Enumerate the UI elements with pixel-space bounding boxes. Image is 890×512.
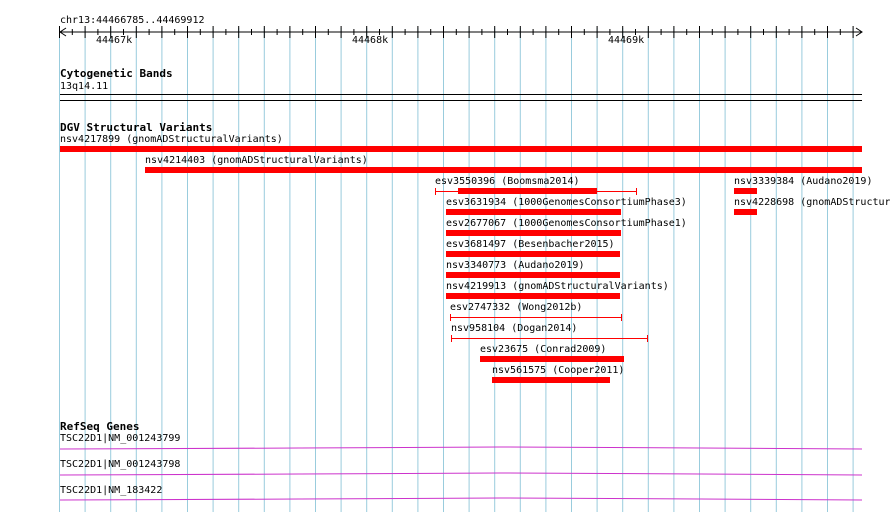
variant-bar[interactable] (480, 356, 624, 362)
refseq-gene-glyphs[interactable] (59, 446, 863, 501)
ruler-range-label: chr13:44466785..44469912 (60, 15, 205, 26)
variant-bar[interactable] (492, 377, 610, 383)
dgv-feature-label[interactable]: esv3631934 (1000GenomesConsortiumPhase3) (446, 197, 687, 209)
dgv-feature-label[interactable]: nsv4217899 (gnomADStructuralVariants) (60, 134, 283, 146)
cytoband-label[interactable]: 13q14.11 (60, 81, 108, 93)
refseq-gene-label[interactable]: TSC22D1|NM_001243799 (60, 433, 180, 445)
gene-line[interactable] (59, 472, 863, 476)
refseq-gene-label[interactable]: TSC22D1|NM_001243798 (60, 459, 180, 471)
variant-bar[interactable] (60, 146, 862, 152)
variant-bar[interactable] (446, 251, 620, 257)
variant-bar[interactable] (734, 209, 757, 215)
ruler-tick-label-44467k: 44467k (96, 35, 133, 46)
cytoband-lines (60, 94, 862, 101)
cytoband-track-title[interactable]: Cytogenetic Bands (60, 67, 173, 80)
variant-bar[interactable] (145, 167, 862, 173)
variant-bar[interactable] (446, 272, 620, 278)
variant-bar[interactable] (446, 293, 620, 299)
dgv-feature-label[interactable]: esv23675 (Conrad2009) (480, 344, 606, 356)
dgv-feature-label[interactable]: esv2677067 (1000GenomesConsortiumPhase1) (446, 218, 687, 230)
dgv-feature-label[interactable]: nsv3339384 (Audano2019) (734, 176, 872, 188)
gene-line[interactable] (59, 497, 863, 501)
refseq-gene-label[interactable]: TSC22D1|NM_183422 (60, 485, 162, 497)
refseq-track-title[interactable]: RefSeq Genes (60, 420, 139, 433)
ruler-tick-label-44469k: 44469k (608, 35, 645, 46)
dgv-feature-label[interactable]: nsv3340773 (Audano2019) (446, 260, 584, 272)
dgv-feature-label[interactable]: esv3681497 (Besenbacher2015) (446, 239, 615, 251)
variant-bar[interactable] (446, 209, 621, 215)
dgv-feature-label[interactable]: esv3550396 (Boomsma2014) (435, 176, 580, 188)
gene-line[interactable] (59, 446, 863, 450)
variant-bar[interactable] (458, 188, 597, 194)
dgv-feature-label[interactable]: nsv958104 (Dogan2014) (451, 323, 577, 335)
ruler-axis[interactable] (59, 26, 863, 38)
dgv-track-title[interactable]: DGV Structural Variants (60, 121, 212, 134)
variant-bar[interactable] (734, 188, 757, 194)
dgv-feature-label[interactable]: nsv561575 (Cooper2011) (492, 365, 624, 377)
ruler-tick-label-44468k: 44468k (352, 35, 389, 46)
variant-bar[interactable] (446, 230, 621, 236)
dgv-feature-label[interactable]: nsv4214403 (gnomADStructuralVariants) (145, 155, 368, 167)
dgv-feature-label[interactable]: nsv4228698 (gnomADStructur (734, 197, 890, 209)
dgv-feature-label[interactable]: esv2747332 (Wong2012b) (450, 302, 582, 314)
dgv-feature-label[interactable]: nsv4219913 (gnomADStructuralVariants) (446, 281, 669, 293)
